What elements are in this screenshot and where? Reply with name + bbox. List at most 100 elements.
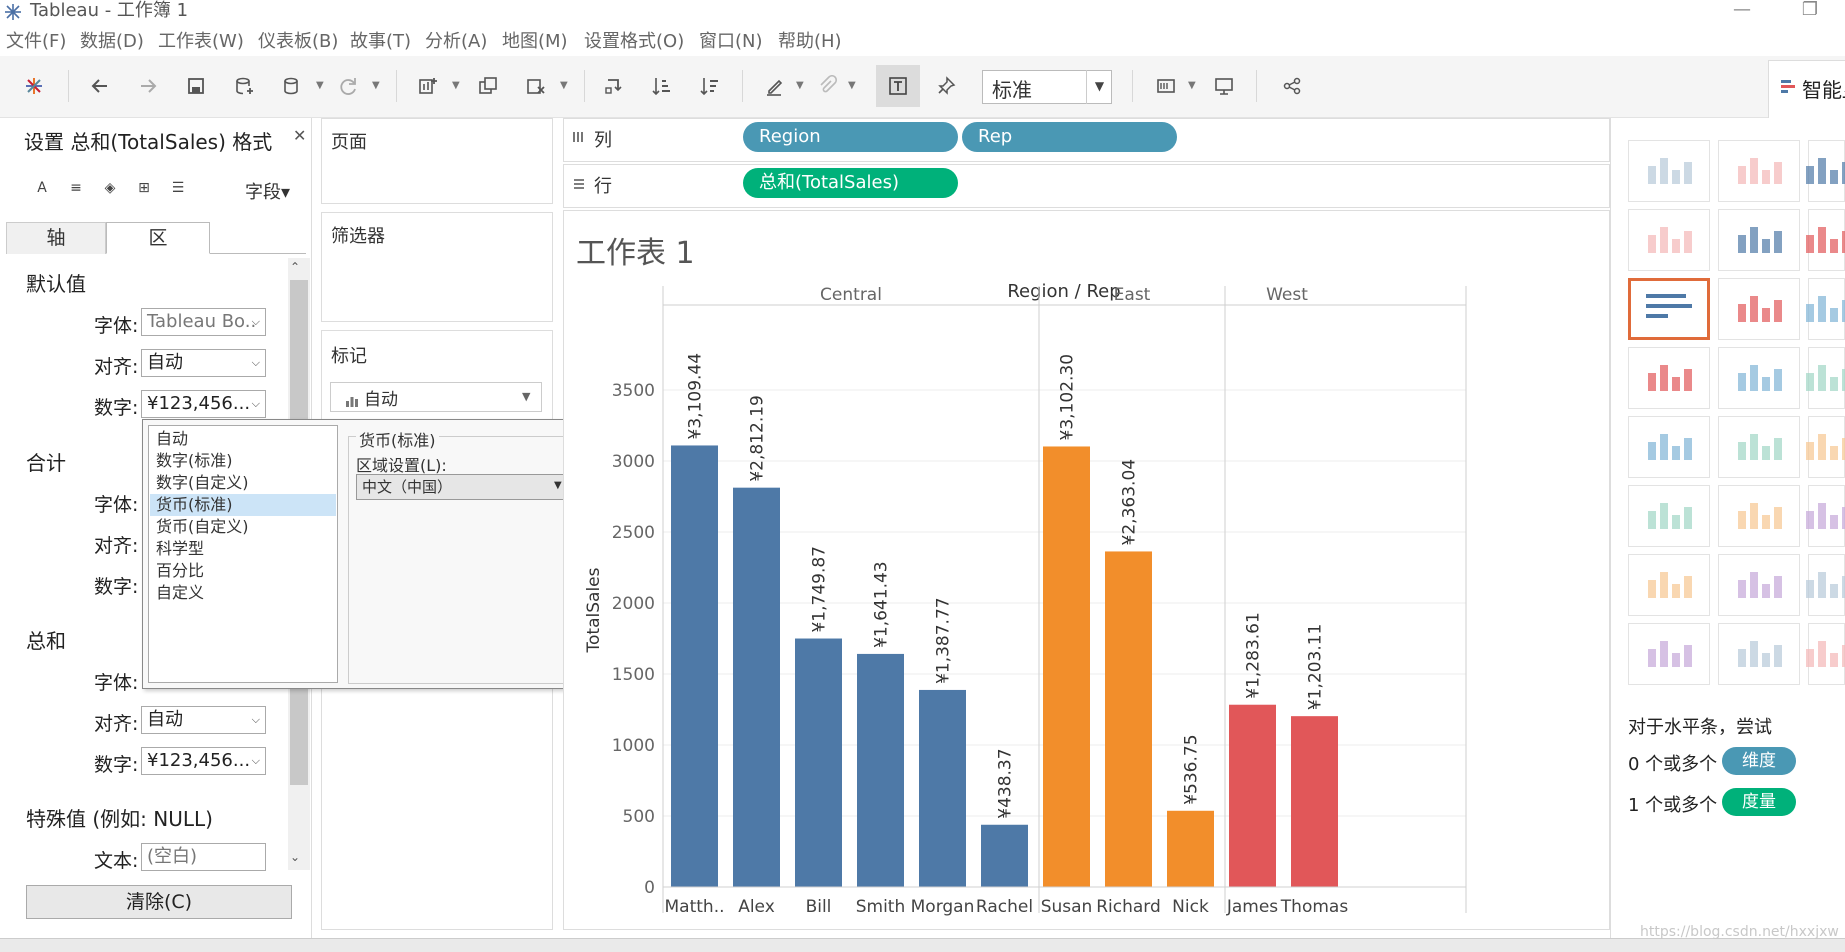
pill-region[interactable]: Region — [743, 122, 958, 152]
default-font-select[interactable]: Tableau Bo.. ⌵ — [141, 308, 266, 336]
default-align-select[interactable]: 自动 ⌵ — [141, 349, 266, 377]
show-me-chart-type[interactable] — [1718, 209, 1800, 271]
menu-story[interactable]: 故事(T) — [350, 30, 411, 54]
show-me-chart-type[interactable] — [1805, 347, 1845, 409]
presentation-mode-icon[interactable] — [1206, 68, 1242, 104]
highlight-icon[interactable] — [756, 68, 792, 104]
show-me-chart-type[interactable] — [1718, 485, 1800, 547]
grand-number-select[interactable]: ¥123,456... ⌵ — [141, 747, 266, 775]
show-me-horizontal-bars[interactable] — [1628, 278, 1710, 340]
number-option-number-custom[interactable]: 数字(自定义) — [150, 472, 336, 494]
field-dropdown[interactable]: 字段▾ — [245, 178, 290, 204]
show-me-chart-type[interactable] — [1718, 416, 1800, 478]
menu-data[interactable]: 数据(D) — [80, 30, 144, 54]
tableau-home-icon[interactable] — [16, 68, 52, 104]
menu-worksheet[interactable]: 工作表(W) — [158, 30, 244, 54]
menu-dashboard[interactable]: 仪表板(B) — [258, 30, 338, 54]
show-me-chart-type[interactable] — [1718, 278, 1800, 340]
pause-updates-icon[interactable] — [274, 68, 310, 104]
save-icon[interactable] — [178, 68, 214, 104]
new-worksheet-icon[interactable] — [410, 68, 446, 104]
show-me-chart-type[interactable] — [1628, 485, 1710, 547]
locale-caret-icon[interactable]: ▼ — [554, 480, 562, 491]
clear-button[interactable]: 清除(C) — [26, 885, 292, 919]
group-caret-icon[interactable]: ▼ — [848, 80, 858, 91]
undo-icon[interactable] — [82, 68, 118, 104]
show-me-chart-type[interactable] — [1628, 347, 1710, 409]
close-icon[interactable]: ✕ — [293, 126, 306, 145]
mark-type-caret-icon[interactable]: ▼ — [522, 390, 530, 403]
restore-icon[interactable]: ❐ — [1790, 0, 1830, 22]
tab-pane[interactable]: 区 — [106, 222, 210, 254]
menu-map[interactable]: 地图(M) — [502, 30, 568, 54]
menu-analysis[interactable]: 分析(A) — [425, 30, 487, 54]
show-me-chart-type[interactable] — [1628, 623, 1710, 685]
group-members-icon[interactable] — [810, 68, 846, 104]
show-me-chart-type[interactable] — [1628, 416, 1710, 478]
show-me-chart-type[interactable] — [1805, 209, 1845, 271]
clear-sheet-icon[interactable] — [518, 68, 554, 104]
new-worksheet-caret-icon[interactable]: ▼ — [452, 80, 462, 91]
show-me-chart-type[interactable] — [1805, 416, 1845, 478]
mark-type-dropdown[interactable] — [330, 382, 542, 412]
show-me-chart-type[interactable] — [1805, 554, 1845, 616]
number-option-scientific[interactable]: 科学型 — [150, 538, 336, 560]
show-me-chart-type[interactable] — [1805, 485, 1845, 547]
number-option-currency-standard[interactable]: 货币(标准) — [150, 494, 336, 516]
clear-caret-icon[interactable]: ▼ — [560, 80, 570, 91]
refresh-icon[interactable] — [330, 68, 366, 104]
minimize-icon[interactable]: — — [1722, 0, 1762, 22]
swap-rows-columns-icon[interactable] — [596, 68, 632, 104]
menu-format[interactable]: 设置格式(O) — [584, 30, 684, 54]
number-option-currency-custom[interactable]: 货币(自定义) — [150, 516, 336, 538]
sort-ascending-icon[interactable] — [644, 68, 680, 104]
show-me-chart-type[interactable] — [1805, 623, 1845, 685]
show-cards-caret-icon[interactable]: ▼ — [1188, 80, 1198, 91]
menu-window[interactable]: 窗口(N) — [699, 30, 763, 54]
pill-rep[interactable]: Rep — [962, 122, 1177, 152]
tab-axis[interactable]: 轴 — [6, 222, 106, 254]
menu-file[interactable]: 文件(F) — [6, 30, 66, 54]
show-me-chart-type[interactable] — [1718, 623, 1800, 685]
show-me-chart-type[interactable] — [1718, 347, 1800, 409]
fix-axes-icon[interactable] — [928, 68, 964, 104]
font-format-icon[interactable]: A — [32, 180, 52, 200]
show-me-chart-type[interactable] — [1718, 554, 1800, 616]
menu-help[interactable]: 帮助(H) — [778, 30, 842, 54]
number-option-auto[interactable]: 自动 — [150, 428, 336, 450]
new-datasource-icon[interactable] — [226, 68, 262, 104]
highlight-caret-icon[interactable]: ▼ — [796, 80, 806, 91]
datasource-caret-icon[interactable]: ▼ — [316, 80, 326, 91]
refresh-caret-icon[interactable]: ▼ — [372, 80, 382, 91]
scroll-up-icon[interactable]: ⌃ — [290, 260, 300, 274]
number-option-percentage[interactable]: 百分比 — [150, 560, 336, 582]
share-icon[interactable] — [1274, 68, 1310, 104]
scroll-down-icon[interactable]: ⌄ — [290, 850, 300, 864]
default-number-select[interactable]: ¥123,456... ⌵ — [141, 390, 266, 418]
grand-align-select[interactable]: 自动 ⌵ — [141, 706, 266, 734]
borders-format-icon[interactable]: ⊞ — [134, 180, 154, 200]
special-text-input[interactable]: (空白) — [141, 843, 266, 871]
number-option-custom[interactable]: 自定义 — [150, 582, 336, 604]
pill-sum-totalsales[interactable]: 总和(TotalSales) — [743, 168, 958, 198]
sort-descending-icon[interactable] — [692, 68, 728, 104]
shading-format-icon[interactable]: ◈ — [100, 180, 120, 200]
fit-dropdown-caret-icon[interactable]: ▼ — [1086, 70, 1112, 104]
show-cards-icon[interactable] — [1148, 68, 1184, 104]
show-me-chart-type[interactable] — [1628, 554, 1710, 616]
locale-select[interactable]: 中文（中国） — [356, 474, 570, 500]
alignment-format-icon[interactable]: ≡ — [66, 180, 86, 200]
number-option-number-standard[interactable]: 数字(标准) — [150, 450, 336, 472]
show-me-chart-type[interactable] — [1628, 140, 1710, 202]
lines-format-icon[interactable]: ☰ — [168, 180, 188, 200]
show-me-chart-type[interactable] — [1805, 140, 1845, 202]
duplicate-sheet-icon[interactable] — [470, 68, 506, 104]
show-me-chart-type[interactable] — [1805, 278, 1845, 340]
show-me-chart-type[interactable] — [1628, 209, 1710, 271]
data-label: ¥536.75 — [1182, 734, 1202, 804]
show-mark-labels-icon[interactable] — [880, 68, 916, 104]
redo-icon[interactable] — [130, 68, 166, 104]
rows-shelf[interactable] — [563, 164, 1610, 208]
show-me-chart-type[interactable] — [1718, 140, 1800, 202]
chart-type-icon — [1644, 221, 1694, 260]
